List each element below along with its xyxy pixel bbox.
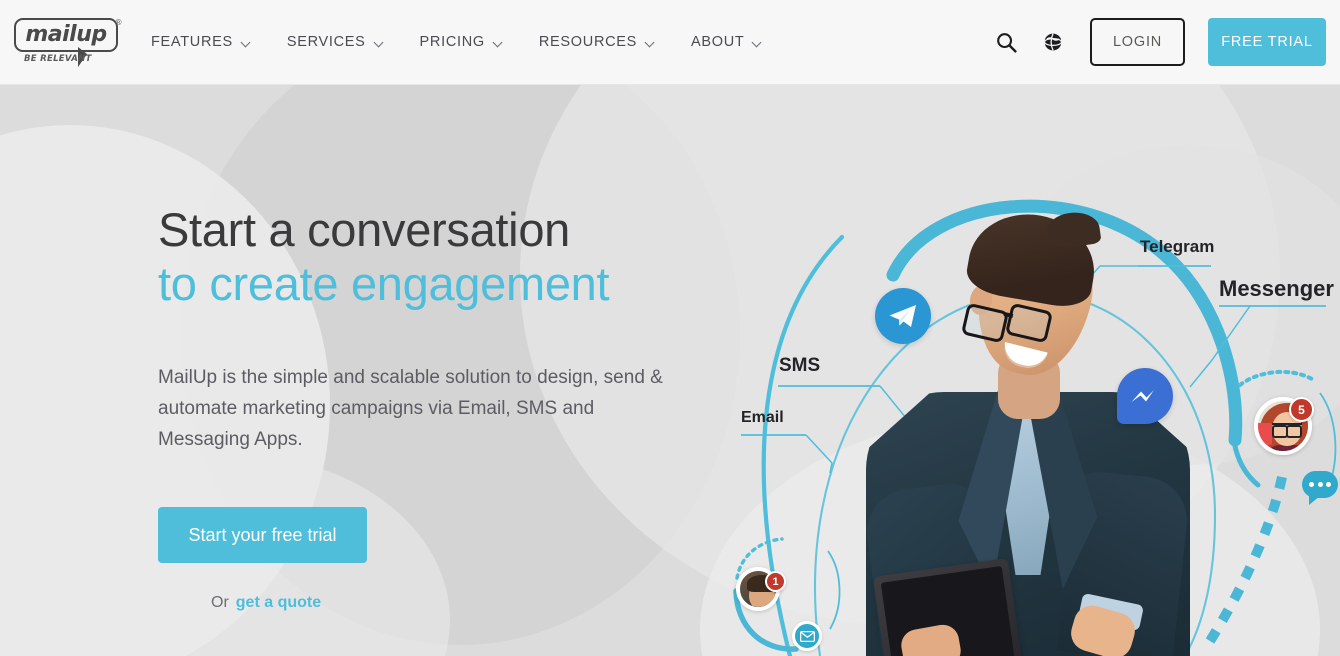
chevron-down-icon bbox=[494, 39, 503, 45]
nav-label: ABOUT bbox=[691, 34, 745, 50]
page-title: Start a conversation to create engagemen… bbox=[158, 203, 718, 311]
chat-dot bbox=[1326, 482, 1331, 487]
hero-section: 1 5 Telegram Messenger SMS Email Start a… bbox=[0, 85, 1340, 656]
main-navigation: FEATURES SERVICES PRICING RESOURCES ABOU… bbox=[151, 34, 798, 50]
channel-label-telegram: Telegram bbox=[1140, 237, 1215, 256]
secondary-cta: Or get a quote bbox=[211, 594, 718, 612]
nav-item-features[interactable]: FEATURES bbox=[151, 34, 251, 50]
notification-badge: 1 bbox=[765, 571, 786, 592]
hero-copy: Start a conversation to create engagemen… bbox=[158, 203, 718, 612]
nav-item-services[interactable]: SERVICES bbox=[287, 34, 384, 50]
avatar-card-accent bbox=[1258, 423, 1272, 445]
hero-description: MailUp is the simple and scalable soluti… bbox=[158, 367, 663, 450]
notification-badge: 5 bbox=[1289, 397, 1314, 422]
globe-icon[interactable] bbox=[1038, 27, 1068, 57]
chevron-down-icon bbox=[242, 39, 251, 45]
chat-dot bbox=[1309, 482, 1314, 487]
chat-bubble-icon bbox=[1302, 471, 1338, 505]
channel-label-sms: SMS bbox=[779, 355, 821, 376]
logo-wordmark: mailup ® bbox=[14, 18, 122, 52]
site-header: mailup ® BE RELEVANT FEATURES SERVICES P… bbox=[0, 0, 1340, 85]
secondary-cta-prefix: Or bbox=[211, 594, 229, 612]
nav-label: FEATURES bbox=[151, 34, 233, 50]
chevron-down-icon bbox=[646, 39, 655, 45]
nav-label: RESOURCES bbox=[538, 34, 638, 50]
mailup-logo[interactable]: mailup ® BE RELEVANT bbox=[14, 16, 122, 68]
channel-label-email: Email bbox=[741, 409, 784, 426]
registered-trademark-icon: ® bbox=[114, 18, 123, 27]
search-icon[interactable] bbox=[991, 27, 1021, 57]
logo-wordmark-text: mailup bbox=[25, 22, 107, 47]
nav-item-pricing[interactable]: PRICING bbox=[420, 34, 503, 50]
get-a-quote-link[interactable]: get a quote bbox=[236, 594, 321, 612]
chevron-down-icon bbox=[375, 39, 384, 45]
nav-item-about[interactable]: ABOUT bbox=[691, 34, 762, 50]
nav-label: PRICING bbox=[419, 34, 485, 50]
messenger-icon bbox=[1117, 368, 1173, 424]
nav-label: SERVICES bbox=[286, 34, 366, 50]
chevron-down-icon bbox=[753, 39, 762, 45]
telegram-icon bbox=[875, 288, 931, 344]
start-free-trial-button[interactable]: Start your free trial bbox=[158, 507, 367, 564]
headline-line-1: Start a conversation bbox=[158, 203, 570, 256]
nav-item-resources[interactable]: RESOURCES bbox=[539, 34, 655, 50]
logo-tagline: BE RELEVANT bbox=[24, 54, 92, 64]
avatar-eyeglasses-icon bbox=[1272, 423, 1302, 438]
headline-line-2: to create engagement bbox=[158, 257, 610, 311]
avatar-node-male: 1 bbox=[722, 553, 832, 656]
free-trial-button[interactable]: FREE TRIAL bbox=[1208, 18, 1326, 66]
page-root: mailup ® BE RELEVANT FEATURES SERVICES P… bbox=[0, 0, 1340, 656]
channel-label-messenger: Messenger bbox=[1219, 276, 1334, 301]
login-button[interactable]: LOGIN bbox=[1090, 18, 1185, 66]
envelope-icon bbox=[792, 621, 822, 651]
header-actions: LOGIN FREE TRIAL bbox=[991, 18, 1326, 66]
chat-dot bbox=[1317, 482, 1323, 487]
